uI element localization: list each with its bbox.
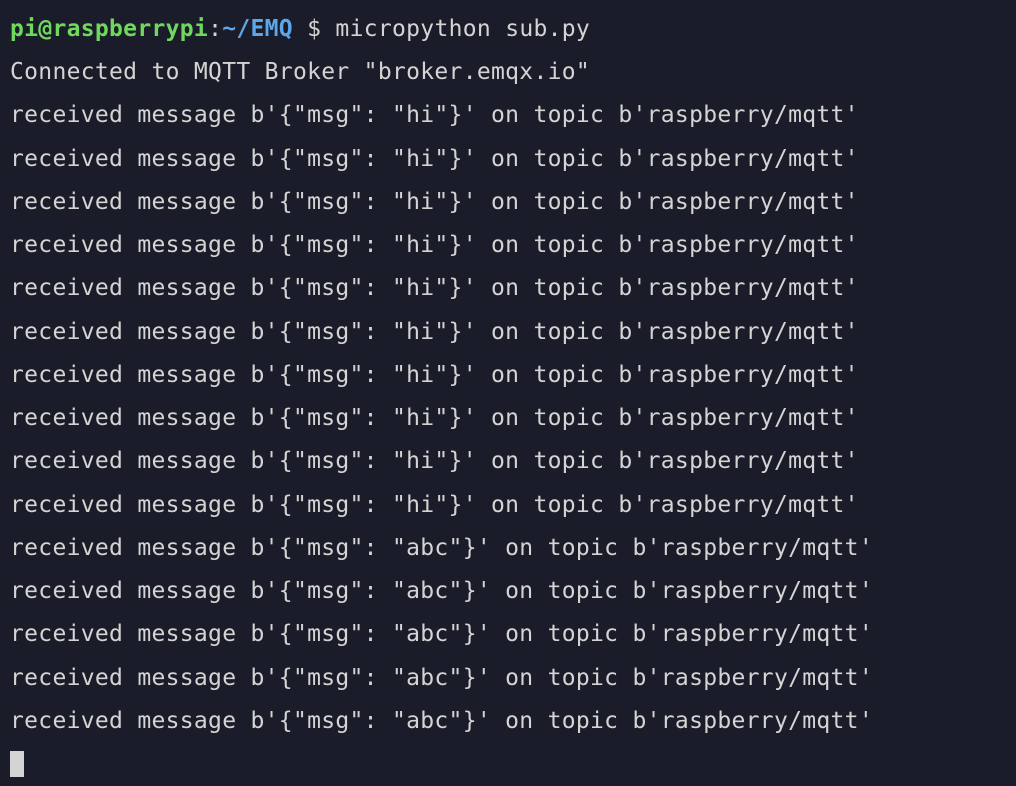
connected-output: Connected to MQTT Broker "broker.emqx.io… xyxy=(10,51,1006,94)
terminal-prompt-line: pi@raspberrypi:~/EMQ $ micropython sub.p… xyxy=(10,8,1006,51)
received-message-line: received message b'{"msg": "hi"}' on top… xyxy=(10,181,1006,224)
received-messages-container: received message b'{"msg": "hi"}' on top… xyxy=(10,94,1006,743)
received-message-line: received message b'{"msg": "abc"}' on to… xyxy=(10,657,1006,700)
prompt-colon: : xyxy=(208,16,222,42)
received-message-line: received message b'{"msg": "hi"}' on top… xyxy=(10,224,1006,267)
received-message-line: received message b'{"msg": "hi"}' on top… xyxy=(10,397,1006,440)
prompt-path: ~/EMQ xyxy=(222,16,293,42)
received-message-line: received message b'{"msg": "abc"}' on to… xyxy=(10,527,1006,570)
prompt-dollar: $ xyxy=(293,16,335,42)
received-message-line: received message b'{"msg": "hi"}' on top… xyxy=(10,311,1006,354)
prompt-user-host: pi@raspberrypi xyxy=(10,16,208,42)
received-message-line: received message b'{"msg": "abc"}' on to… xyxy=(10,613,1006,656)
prompt-command: micropython sub.py xyxy=(335,16,590,42)
received-message-line: received message b'{"msg": "hi"}' on top… xyxy=(10,138,1006,181)
received-message-line: received message b'{"msg": "abc"}' on to… xyxy=(10,700,1006,743)
received-message-line: received message b'{"msg": "hi"}' on top… xyxy=(10,354,1006,397)
received-message-line: received message b'{"msg": "hi"}' on top… xyxy=(10,94,1006,137)
terminal-cursor[interactable] xyxy=(10,751,24,777)
received-message-line: received message b'{"msg": "hi"}' on top… xyxy=(10,267,1006,310)
received-message-line: received message b'{"msg": "hi"}' on top… xyxy=(10,440,1006,483)
received-message-line: received message b'{"msg": "hi"}' on top… xyxy=(10,484,1006,527)
received-message-line: received message b'{"msg": "abc"}' on to… xyxy=(10,570,1006,613)
